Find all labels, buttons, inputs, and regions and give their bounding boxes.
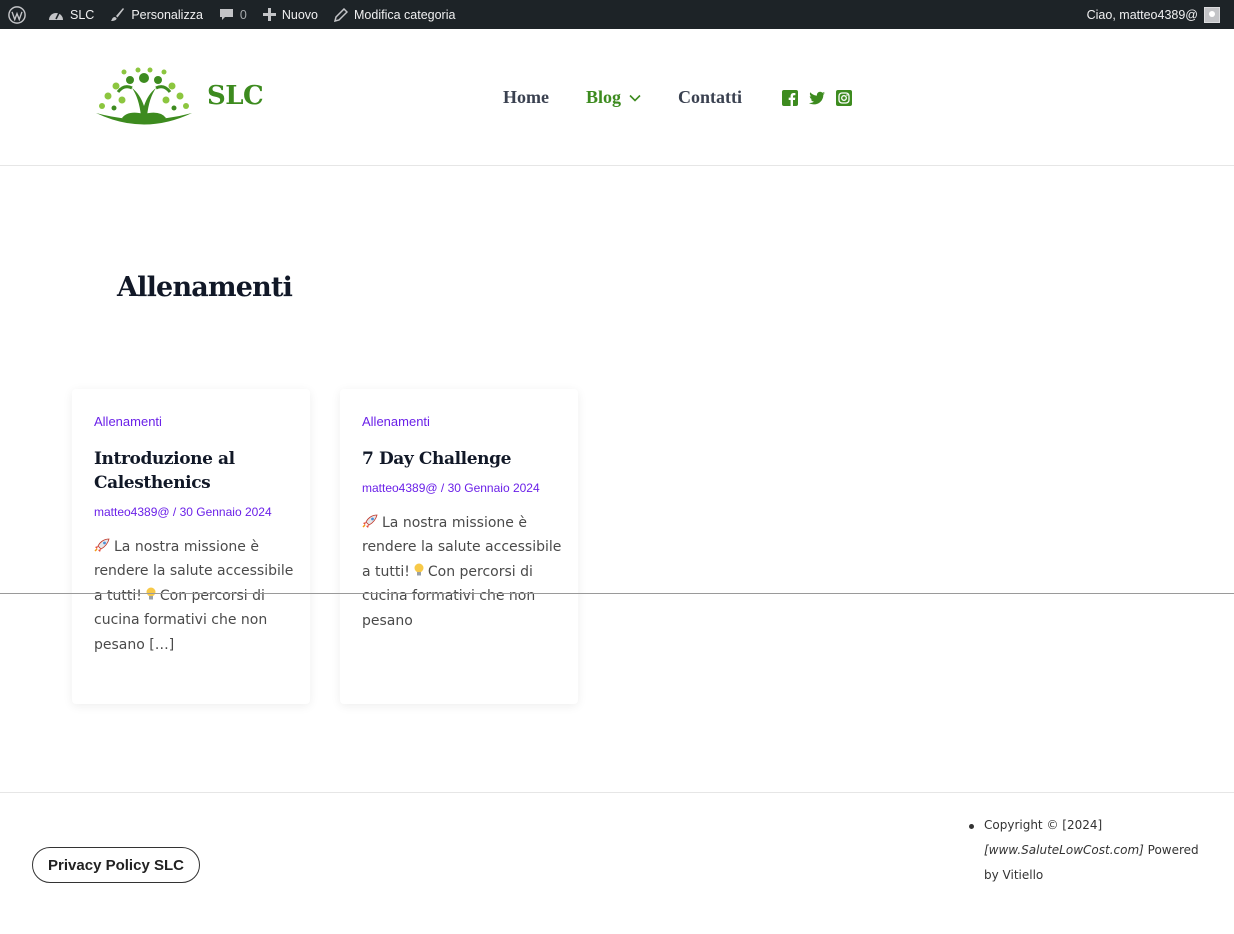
copyright-site: [www.SaluteLowCost.com] — [984, 843, 1144, 857]
post-meta[interactable]: matteo4389@ / 30 Gennaio 2024 — [94, 505, 272, 519]
nav-item-blog-label: Blog — [585, 87, 621, 107]
privacy-policy-button[interactable]: Privacy Policy SLC — [32, 847, 200, 883]
comment-icon — [219, 8, 233, 20]
post-category-link[interactable]: Allenamenti — [94, 414, 162, 429]
rocket-icon — [362, 514, 378, 528]
rocket-icon — [94, 538, 110, 552]
copyright-year: Copyright © [2024] — [984, 818, 1103, 832]
divider — [0, 593, 1234, 594]
site-logo[interactable] — [94, 64, 194, 133]
facebook-icon[interactable] — [782, 90, 798, 106]
post-meta[interactable]: matteo4389@ / 30 Gennaio 2024 — [362, 481, 540, 495]
admin-site-link[interactable]: SLC — [40, 0, 102, 29]
admin-new-link[interactable]: Nuovo — [255, 0, 326, 29]
avatar — [1204, 6, 1220, 23]
post-category-link[interactable]: Allenamenti — [362, 414, 430, 429]
lightbulb-icon — [414, 563, 424, 576]
admin-comments-count: 0 — [239, 7, 247, 22]
instagram-icon[interactable] — [836, 90, 852, 106]
admin-comments-link[interactable]: 0 — [211, 0, 255, 29]
admin-search-icon[interactable] — [1224, 0, 1234, 29]
site-footer: Privacy Policy SLC Copyright © [2024] [w… — [0, 792, 1234, 934]
pencil-icon — [334, 7, 348, 22]
chevron-down-icon — [629, 94, 641, 102]
post-excerpt: La nostra missione è rendere la salute a… — [362, 511, 562, 633]
site-title[interactable]: SLC — [207, 81, 264, 111]
admin-bar: SLC Personalizza 0 Nuovo Modifica catego… — [0, 0, 1234, 29]
post-card: Allenamenti Introduzione al Calesthenics… — [72, 389, 310, 704]
admin-site-name: SLC — [70, 7, 95, 22]
nav-item-home[interactable]: Home — [503, 87, 549, 108]
admin-greeting: Ciao, matteo4389@ — [1086, 7, 1198, 22]
site-header: SLC Home Blog Contatti — [0, 29, 1234, 166]
admin-new-label: Nuovo — [281, 7, 318, 22]
dashboard-icon — [49, 12, 63, 20]
copyright-notice: Copyright © [2024] [www.SaluteLowCost.co… — [969, 813, 1209, 888]
nav-item-contatti[interactable]: Contatti — [678, 87, 742, 108]
admin-edit-category-label: Modifica categoria — [354, 7, 456, 22]
post-card: Allenamenti 7 Day Challenge matteo4389@ … — [340, 389, 578, 704]
plus-icon — [262, 8, 276, 21]
brush-icon — [111, 8, 125, 21]
page-title: Allenamenti — [117, 272, 293, 303]
twitter-icon[interactable] — [809, 90, 825, 106]
post-title-link[interactable]: 7 Day Challenge — [362, 447, 562, 471]
primary-nav: Home Blog Contatti — [503, 87, 779, 108]
admin-customize-label: Personalizza — [131, 7, 203, 22]
list-bullet — [969, 824, 974, 829]
post-title-link[interactable]: Introduzione al Calesthenics — [94, 447, 294, 495]
nav-item-blog[interactable]: Blog — [586, 87, 641, 108]
wordpress-logo-icon[interactable] — [0, 0, 40, 29]
admin-account-menu[interactable]: Ciao, matteo4389@ — [1079, 0, 1224, 29]
admin-edit-category-link[interactable]: Modifica categoria — [326, 0, 463, 29]
social-links — [782, 90, 852, 106]
post-excerpt: La nostra missione è rendere la salute a… — [94, 535, 294, 657]
admin-customize-link[interactable]: Personalizza — [102, 0, 211, 29]
